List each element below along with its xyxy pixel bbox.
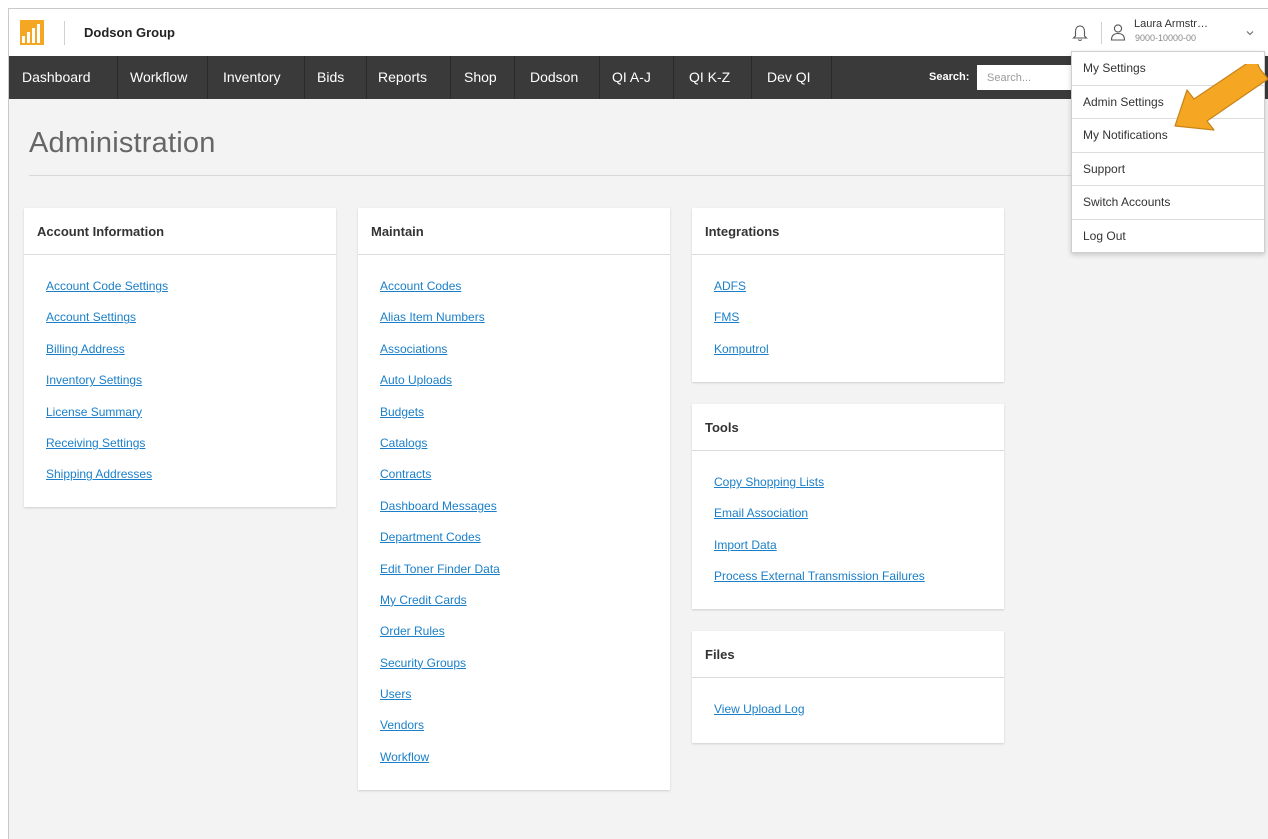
nav-divider <box>751 56 752 99</box>
link-account-settings[interactable]: Account Settings <box>46 303 336 334</box>
title-divider <box>29 175 1089 176</box>
nav-dev-qi[interactable]: Dev QI <box>767 56 811 99</box>
link-inventory-settings[interactable]: Inventory Settings <box>46 366 336 397</box>
link-budgets[interactable]: Budgets <box>380 398 670 429</box>
nav-shop[interactable]: Shop <box>464 56 497 99</box>
link-receiving-settings[interactable]: Receiving Settings <box>46 429 336 460</box>
card-title: Maintain <box>358 208 670 255</box>
nav-qi-a-j[interactable]: QI A-J <box>612 56 651 99</box>
card-files: Files View Upload Log <box>692 631 1004 743</box>
card-title: Account Information <box>24 208 336 255</box>
menu-item-support[interactable]: Support <box>1072 153 1264 186</box>
link-associations[interactable]: Associations <box>380 335 670 366</box>
link-process-external-transmission-failures[interactable]: Process External Transmission Failures <box>714 562 1004 593</box>
nav-divider <box>366 56 367 99</box>
menu-item-log-out[interactable]: Log Out <box>1072 220 1264 254</box>
link-fms[interactable]: FMS <box>714 303 1004 334</box>
user-divider <box>1101 22 1102 44</box>
link-users[interactable]: Users <box>380 680 670 711</box>
link-contracts[interactable]: Contracts <box>380 460 670 491</box>
user-account-number: 9000-10000-00 <box>1135 33 1197 43</box>
card-account-information: Account Information Account Code Setting… <box>24 208 336 507</box>
link-department-codes[interactable]: Department Codes <box>380 523 670 554</box>
link-security-groups[interactable]: Security Groups <box>380 649 670 680</box>
link-catalogs[interactable]: Catalogs <box>380 429 670 460</box>
logo-icon[interactable] <box>20 20 44 45</box>
card-title: Files <box>692 631 1004 678</box>
nav-workflow[interactable]: Workflow <box>130 56 187 99</box>
user-icon[interactable] <box>1110 23 1126 41</box>
page-title: Administration <box>29 127 216 159</box>
link-view-upload-log[interactable]: View Upload Log <box>714 695 1004 726</box>
link-komputrol[interactable]: Komputrol <box>714 335 1004 366</box>
link-account-codes[interactable]: Account Codes <box>380 272 670 303</box>
card-tools: Tools Copy Shopping Lists Email Associat… <box>692 404 1004 609</box>
nav-qi-k-z[interactable]: QI K-Z <box>689 56 730 99</box>
card-integrations: Integrations ADFS FMS Komputrol <box>692 208 1004 382</box>
nav-bids[interactable]: Bids <box>317 56 344 99</box>
search-input[interactable] <box>977 65 1077 90</box>
link-vendors[interactable]: Vendors <box>380 711 670 742</box>
link-alias-item-numbers[interactable]: Alias Item Numbers <box>380 303 670 334</box>
nav-dashboard[interactable]: Dashboard <box>22 56 91 99</box>
link-account-code-settings[interactable]: Account Code Settings <box>46 272 336 303</box>
link-my-credit-cards[interactable]: My Credit Cards <box>380 586 670 617</box>
nav-divider <box>831 56 832 99</box>
top-bar: Dodson Group Laura Armstr… 9000-10000-00 <box>9 9 1268 56</box>
link-email-association[interactable]: Email Association <box>714 499 1004 530</box>
link-edit-toner-finder-data[interactable]: Edit Toner Finder Data <box>380 555 670 586</box>
chevron-down-icon[interactable] <box>1245 29 1255 37</box>
nav-divider <box>304 56 305 99</box>
nav-reports[interactable]: Reports <box>378 56 427 99</box>
link-adfs[interactable]: ADFS <box>714 272 1004 303</box>
card-title: Integrations <box>692 208 1004 255</box>
nav-divider <box>450 56 451 99</box>
card-maintain: Maintain Account Codes Alias Item Number… <box>358 208 670 790</box>
link-shipping-addresses[interactable]: Shipping Addresses <box>46 460 336 491</box>
app-frame: Dodson Group Laura Armstr… 9000-10000-00… <box>8 8 1268 839</box>
callout-arrow-icon <box>1174 64 1268 131</box>
nav-inventory[interactable]: Inventory <box>223 56 281 99</box>
nav-divider <box>117 56 118 99</box>
user-name[interactable]: Laura Armstr… <box>1134 18 1208 30</box>
nav-divider <box>514 56 515 99</box>
search-label: Search: <box>929 71 970 83</box>
link-copy-shopping-lists[interactable]: Copy Shopping Lists <box>714 468 1004 499</box>
link-billing-address[interactable]: Billing Address <box>46 335 336 366</box>
card-title: Tools <box>692 404 1004 451</box>
link-import-data[interactable]: Import Data <box>714 531 1004 562</box>
link-auto-uploads[interactable]: Auto Uploads <box>380 366 670 397</box>
link-order-rules[interactable]: Order Rules <box>380 617 670 648</box>
logo-divider <box>64 21 65 45</box>
link-dashboard-messages[interactable]: Dashboard Messages <box>380 492 670 523</box>
link-workflow[interactable]: Workflow <box>380 743 670 774</box>
link-license-summary[interactable]: License Summary <box>46 398 336 429</box>
nav-divider <box>207 56 208 99</box>
brand-name: Dodson Group <box>84 25 175 40</box>
bell-icon[interactable] <box>1072 24 1088 42</box>
nav-divider <box>673 56 674 99</box>
menu-item-switch-accounts[interactable]: Switch Accounts <box>1072 186 1264 220</box>
nav-divider <box>599 56 600 99</box>
nav-dodson[interactable]: Dodson <box>530 56 578 99</box>
